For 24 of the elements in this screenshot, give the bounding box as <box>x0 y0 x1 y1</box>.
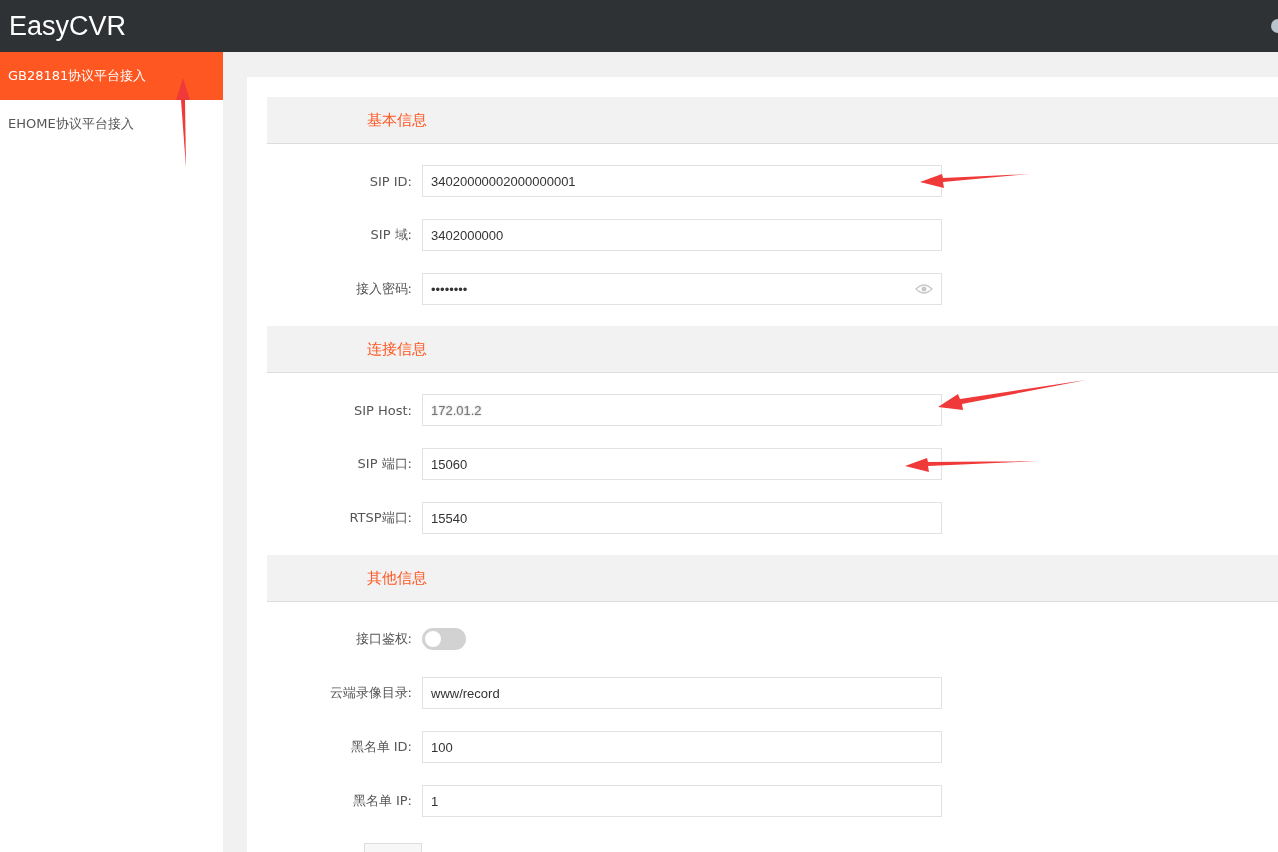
input-field[interactable]: 15060 <box>422 448 942 480</box>
field-label: 接入密码: <box>354 280 413 298</box>
field-label: 黑名单 ID: <box>349 738 413 756</box>
field-label: SIP ID: <box>368 173 413 189</box>
input-field[interactable]: 100 <box>422 731 942 763</box>
section-title: 其他信息 <box>367 568 427 588</box>
input-field[interactable]: 172.01.2 <box>422 394 942 426</box>
field-label: SIP 域: <box>369 226 413 244</box>
field-label: 云端录像目录: <box>328 684 413 702</box>
section-title: 连接信息 <box>367 339 427 359</box>
input-field[interactable]: 3402000000 <box>422 219 942 251</box>
field-label: RTSP端口: <box>348 509 413 527</box>
field-label: 接口鉴权: <box>354 630 413 648</box>
section-title: 基本信息 <box>367 110 427 130</box>
field-label: SIP 端口: <box>356 455 413 473</box>
sidebar-item[interactable]: EHOME协议平台接入 <box>0 100 223 148</box>
input-field[interactable]: 15540 <box>422 502 942 534</box>
input-field[interactable]: www/record <box>422 677 942 709</box>
app-title: EasyCVR <box>8 10 127 42</box>
field-label: SIP Host: <box>352 402 413 418</box>
field-label: 黑名单 IP: <box>351 792 413 810</box>
password-field[interactable]: •••••••• <box>422 273 942 305</box>
input-field[interactable]: 1 <box>422 785 942 817</box>
input-field[interactable]: 34020000002000000001 <box>422 165 942 197</box>
